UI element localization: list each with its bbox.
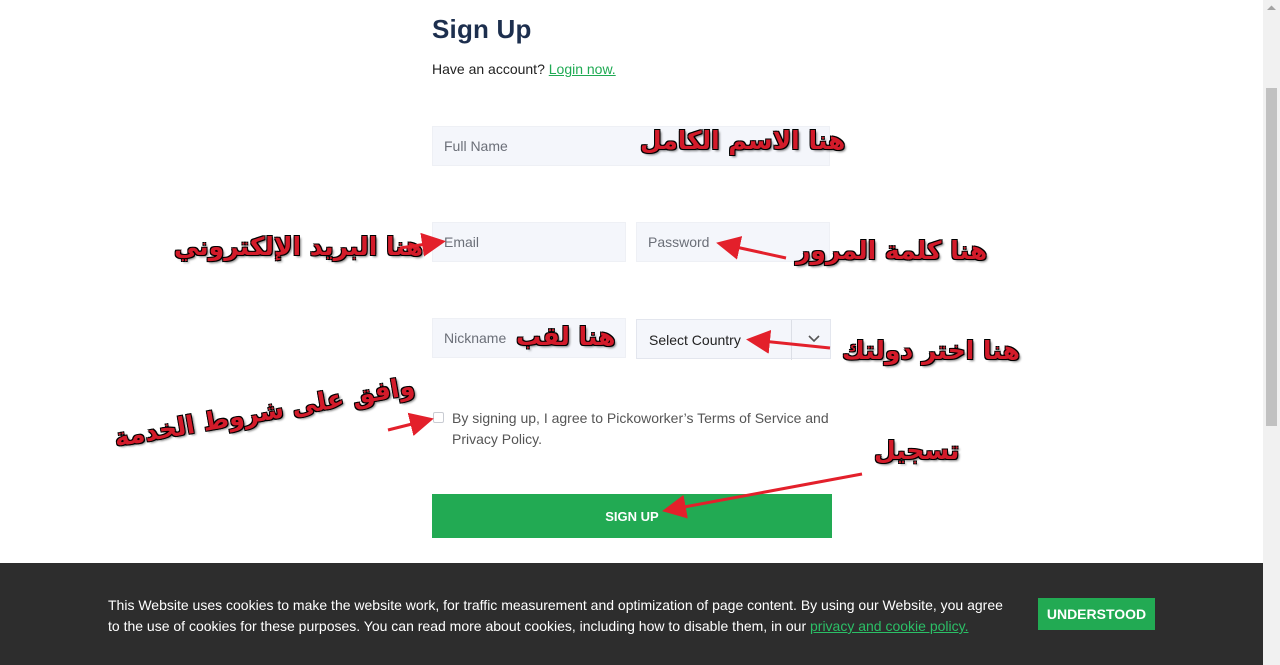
arrow-password: [716, 236, 787, 260]
understood-button[interactable]: UNDERSTOOD: [1038, 598, 1155, 630]
arrow-terms: [387, 412, 434, 437]
cookie-text: This Website uses cookies to make the we…: [108, 595, 1018, 637]
scrollbar-thumb[interactable]: [1266, 88, 1277, 426]
scroll-up-arrow-icon[interactable]: [1266, 4, 1277, 12]
arrow-signup: [662, 472, 863, 519]
cookie-policy-link[interactable]: privacy and cookie policy.: [810, 618, 968, 634]
arrow-country: [746, 329, 831, 354]
arrow-email: [399, 232, 446, 257]
cookie-banner: This Website uses cookies to make the we…: [0, 563, 1263, 665]
